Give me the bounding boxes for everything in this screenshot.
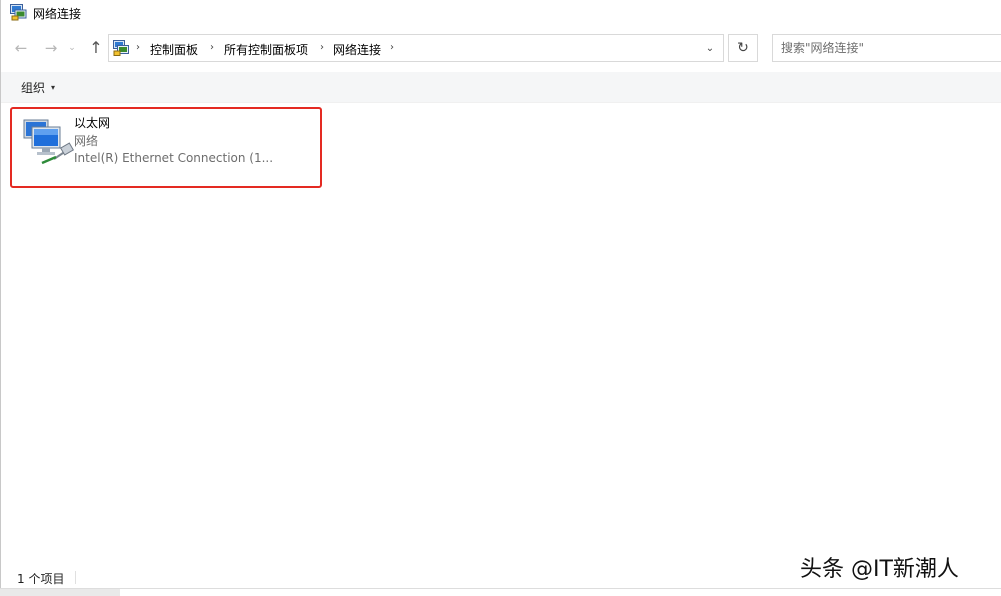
list-item-ethernet[interactable]: 以太网 网络 Intel(R) Ethernet Connection (1..… [10, 107, 322, 188]
connection-name: 以太网 [74, 116, 111, 130]
breadcrumb-network-connections[interactable]: 网络连接 [333, 41, 381, 58]
caret-down-icon: ▾ [51, 83, 56, 92]
back-arrow-icon[interactable]: ← [13, 39, 29, 57]
search-box[interactable] [772, 34, 1001, 62]
organize-label: 组织 [21, 81, 46, 95]
refresh-button[interactable]: ↻ [728, 34, 758, 62]
organize-menu-button[interactable]: 组织 ▾ [21, 79, 55, 96]
network-connections-window: 网络连接 ← → ⌄ ↑ › 控制面板 › 所有控制面板项 › 网络连接 › ⌄… [0, 0, 1001, 590]
up-arrow-icon[interactable]: ↑ [88, 39, 104, 57]
breadcrumb-separator-icon[interactable]: › [136, 42, 140, 53]
breadcrumb-separator-icon[interactable]: › [390, 42, 394, 53]
address-bar[interactable]: › 控制面板 › 所有控制面板项 › 网络连接 › ⌄ [108, 34, 724, 62]
navigation-bar: ← → ⌄ ↑ › 控制面板 › 所有控制面板项 › 网络连接 › ⌄ ↻ [1, 33, 1001, 63]
search-input[interactable] [781, 40, 991, 56]
breadcrumb-separator-icon[interactable]: › [210, 42, 214, 53]
connection-device: Intel(R) Ethernet Connection (1... [74, 151, 274, 165]
breadcrumb-all-control-panel-items[interactable]: 所有控制面板项 [224, 41, 308, 58]
address-dropdown-chevron-icon[interactable]: ⌄ [703, 41, 717, 55]
status-divider [75, 571, 76, 584]
connection-type: 网络 [74, 134, 99, 148]
title-bar: 网络连接 [1, 0, 1001, 26]
breadcrumb-separator-icon[interactable]: › [320, 42, 324, 53]
watermark-text: 头条 @IT新潮人 [800, 557, 959, 582]
item-count: 1 个项目 [17, 572, 65, 586]
command-bar: 组织 ▾ [1, 72, 1001, 103]
control-panel-icon [113, 40, 129, 56]
recent-locations-chevron-icon[interactable]: ⌄ [67, 39, 77, 57]
window-title: 网络连接 [33, 7, 82, 21]
forward-arrow-icon[interactable]: → [43, 39, 59, 57]
file-list-view: 以太网 网络 Intel(R) Ethernet Connection (1..… [1, 103, 1001, 563]
breadcrumb-control-panel[interactable]: 控制面板 [150, 41, 198, 58]
network-connections-icon [10, 4, 27, 21]
refresh-icon: ↻ [737, 40, 749, 56]
ethernet-adapter-icon [23, 119, 74, 165]
